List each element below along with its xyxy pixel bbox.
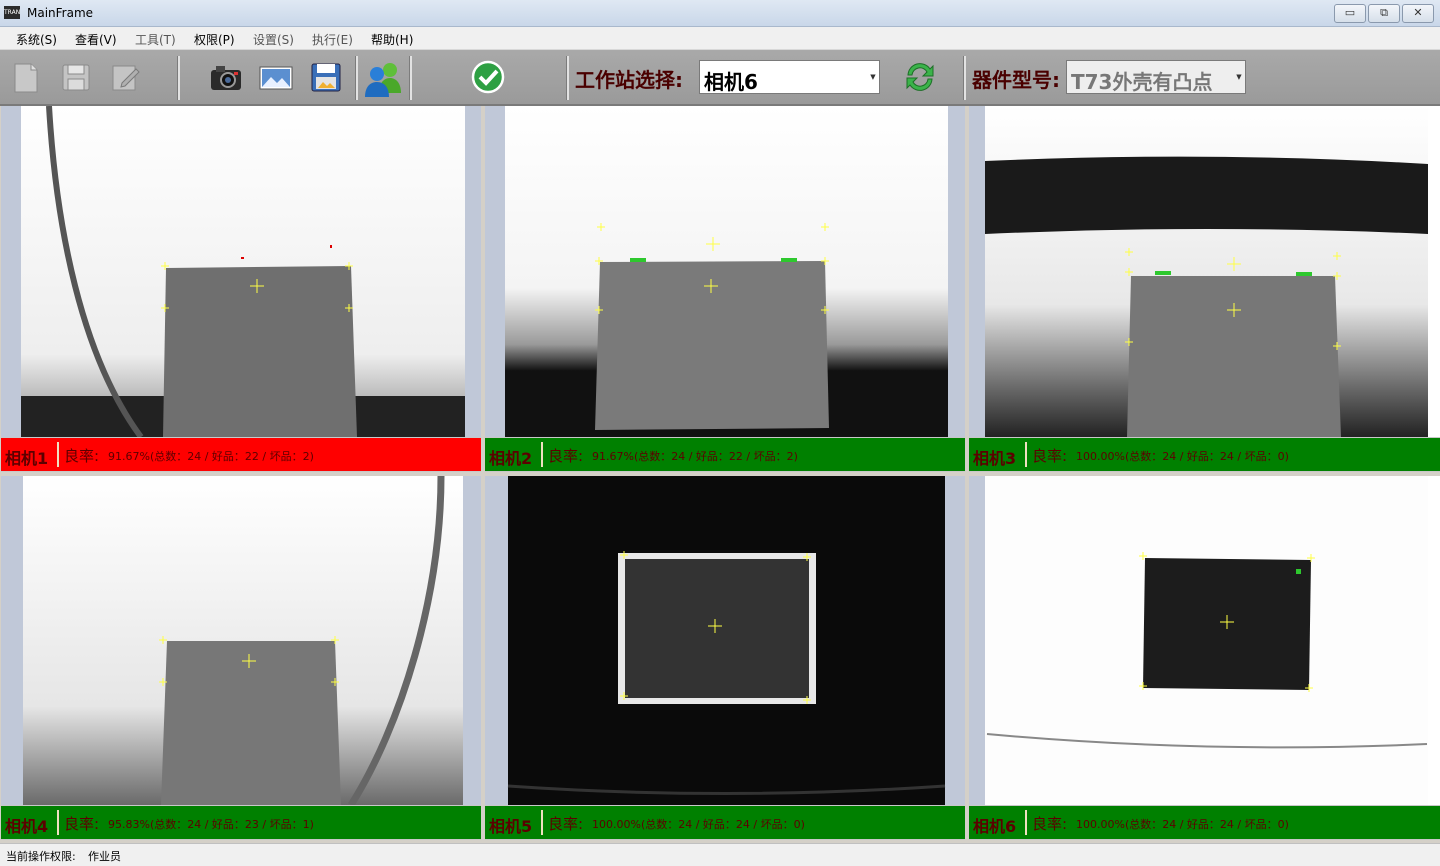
yield-label: 良率: [548,815,584,833]
camera-panel-3: 相机3 良率: 100.00%(总数：24 / 好品：24 / 坏品：0) [969,106,1440,472]
new-file-icon[interactable] [8,59,44,95]
station-select-value: 相机6 [704,70,758,94]
close-button[interactable]: ✕ [1402,4,1434,23]
camera-name: 相机3 [973,449,1017,468]
title-bar: TRAN MainFrame ▭ ⧉ ✕ [0,0,1440,27]
camera-image-2[interactable] [485,106,965,437]
menu-settings[interactable]: 设置(S) [253,31,294,48]
model-select[interactable]: T73外壳有凸点 ▼ [1066,60,1246,94]
model-label: 器件型号: [972,68,1060,92]
yield-stats: 91.67%(总数：24 / 好品：22 / 坏品：2) [108,450,314,463]
model-select-value: T73外壳有凸点 [1071,70,1213,94]
yield-stats: 100.00%(总数：24 / 好品：24 / 坏品：0) [1076,450,1289,463]
yield-stats: 100.00%(总数：24 / 好品：24 / 坏品：0) [592,818,805,831]
menu-help[interactable]: 帮助(H) [371,31,413,48]
camera-image-5[interactable] [485,476,965,805]
yield-label: 良率: [64,447,100,465]
refresh-icon[interactable] [902,59,938,95]
restore-button[interactable]: ⧉ [1368,4,1400,23]
camera-image-3[interactable] [969,106,1440,437]
camera-name: 相机2 [489,449,533,468]
camera-name: 相机1 [5,449,49,468]
status-bar: 当前操作权限: 作业员 [0,843,1440,866]
save-icon[interactable] [58,59,94,95]
toolbar: 工作站选择: 相机6 ▼ 器件型号: T73外壳有凸点 ▼ [0,50,1440,106]
yield-label: 良率: [1032,815,1068,833]
menu-tools[interactable]: 工具(T) [135,31,176,48]
camera-image-1[interactable] [1,106,481,437]
save-image-icon[interactable] [308,59,344,95]
chevron-down-icon: ▼ [870,73,876,81]
permission-label: 当前操作权限: [6,850,76,863]
camera-icon[interactable] [208,59,244,95]
yield-label: 良率: [64,815,100,833]
menu-permissions[interactable]: 权限(P) [194,31,235,48]
camera-panel-6: 相机6 良率: 100.00%(总数：24 / 好品：24 / 坏品：0) [969,476,1440,840]
app-icon: TRAN [4,6,20,19]
camera-panel-1: 相机1 良率: 91.67%(总数：24 / 好品：22 / 坏品：2) [1,106,481,472]
menu-execute[interactable]: 执行(E) [312,31,353,48]
camera-status-bar-6: 相机6 良率: 100.00%(总数：24 / 好品：24 / 坏品：0) [969,806,1440,839]
camera-image-6[interactable] [969,476,1440,805]
yield-label: 良率: [1032,447,1068,465]
camera-panel-2: 相机2 良率: 91.67%(总数：24 / 好品：22 / 坏品：2) [485,106,965,472]
image-icon[interactable] [258,59,294,95]
camera-status-bar-1: 相机1 良率: 91.67%(总数：24 / 好品：22 / 坏品：2) [1,438,481,471]
camera-status-bar-5: 相机5 良率: 100.00%(总数：24 / 好品：24 / 坏品：0) [485,806,965,839]
camera-status-bar-4: 相机4 良率: 95.83%(总数：24 / 好品：23 / 坏品：1) [1,806,481,839]
edit-icon[interactable] [108,59,144,95]
window-title: MainFrame [27,6,94,20]
camera-status-bar-2: 相机2 良率: 91.67%(总数：24 / 好品：22 / 坏品：2) [485,438,965,471]
yield-stats: 91.67%(总数：24 / 好品：22 / 坏品：2) [592,450,798,463]
camera-panel-4: 相机4 良率: 95.83%(总数：24 / 好品：23 / 坏品：1) [1,476,481,840]
camera-panel-5: 相机5 良率: 100.00%(总数：24 / 好品：24 / 坏品：0) [485,476,965,840]
camera-name: 相机4 [5,817,49,836]
camera-status-bar-3: 相机3 良率: 100.00%(总数：24 / 好品：24 / 坏品：0) [969,438,1440,471]
users-icon[interactable] [364,59,401,97]
camera-image-4[interactable] [1,476,481,805]
check-icon[interactable] [470,59,506,95]
minimize-button[interactable]: ▭ [1334,4,1366,23]
chevron-down-icon: ▼ [1236,73,1242,81]
camera-name: 相机6 [973,817,1017,836]
yield-stats: 95.83%(总数：24 / 好品：23 / 坏品：1) [108,818,314,831]
menu-system[interactable]: 系统(S) [16,31,57,48]
menu-view[interactable]: 查看(V) [75,31,117,48]
yield-label: 良率: [548,447,584,465]
station-select[interactable]: 相机6 ▼ [699,60,880,94]
camera-name: 相机5 [489,817,533,836]
menu-bar: 系统(S) 查看(V) 工具(T) 权限(P) 设置(S) 执行(E) 帮助(H… [0,27,1440,50]
station-label: 工作站选择: [575,68,683,92]
permission-value: 作业员 [88,850,121,863]
yield-stats: 100.00%(总数：24 / 好品：24 / 坏品：0) [1076,818,1289,831]
